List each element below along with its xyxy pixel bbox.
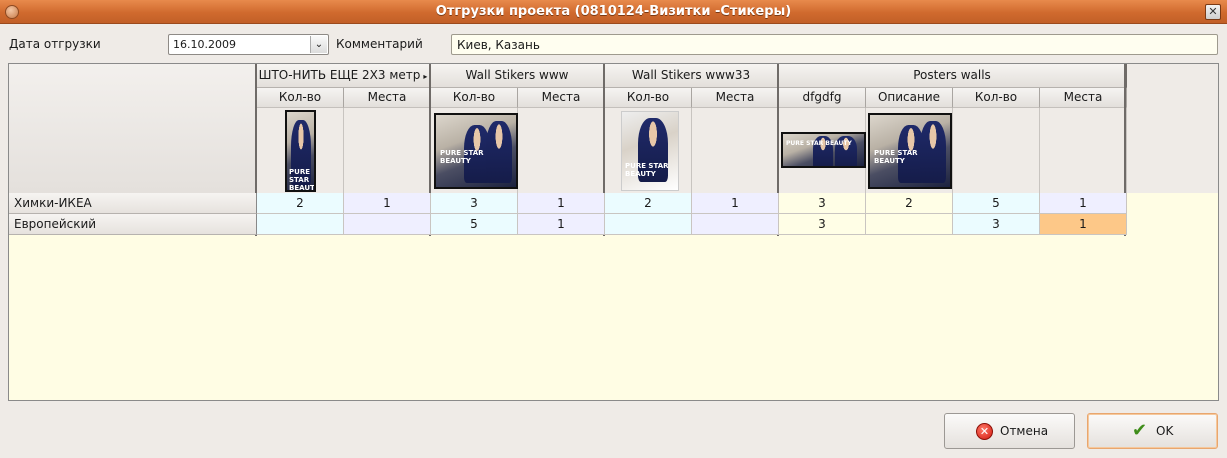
triangle-right-icon: ▸ — [423, 72, 428, 81]
column-header-qty[interactable]: Кол-во — [953, 88, 1040, 108]
window-close-button[interactable]: ✕ — [1205, 4, 1221, 20]
grid-cell[interactable]: 2 — [257, 193, 344, 214]
grid-corner — [9, 64, 257, 193]
image-cell — [344, 108, 431, 193]
grid-cell[interactable] — [605, 214, 692, 235]
ok-button[interactable]: ✔ OK — [1087, 413, 1218, 449]
column-header-places[interactable]: Места — [344, 88, 431, 108]
comment-field[interactable]: Киев, Казань — [451, 34, 1218, 55]
image-cell: PURE STAR BEAUTY — [779, 108, 866, 193]
date-dropdown-button[interactable]: ⌄ — [310, 36, 327, 53]
grid-cell[interactable]: 2 — [866, 193, 953, 214]
column-header-description[interactable]: Описание — [866, 88, 953, 108]
grid-cell[interactable]: 3 — [779, 214, 866, 235]
window-title: Отгрузки проекта (0810124-Визитки -Стике… — [435, 4, 792, 19]
cancel-button-label: Отмена — [1000, 424, 1049, 438]
grid-cell[interactable] — [692, 214, 779, 235]
image-cell: PURE STAR BEAUTY — [431, 108, 518, 193]
grid-cell[interactable]: 2 — [605, 193, 692, 214]
ok-button-label: OK — [1156, 424, 1174, 438]
cancel-icon: ✕ — [976, 423, 993, 440]
grid-cell[interactable]: 5 — [431, 214, 518, 235]
image-cell — [953, 108, 1040, 193]
grid-cell[interactable] — [344, 214, 431, 235]
grid-cell[interactable] — [866, 214, 953, 235]
grid-cell[interactable]: 5 — [953, 193, 1040, 214]
date-field[interactable]: 16.10.2009 ⌄ — [168, 34, 329, 55]
group-header-3[interactable]: Wall Stikers www33 — [605, 64, 779, 88]
date-label: Дата отгрузки — [9, 37, 101, 51]
thumbnail-text: PURE STAR BEAUTY — [786, 140, 852, 147]
poster-thumbnail: PURE STAR BEAUTY — [285, 110, 316, 192]
cancel-button[interactable]: ✕ Отмена — [944, 413, 1075, 449]
comment-label: Комментарий — [336, 37, 423, 51]
grid-cell[interactable]: 3 — [779, 193, 866, 214]
date-value: 16.10.2009 — [173, 38, 236, 51]
image-cell — [518, 108, 605, 193]
grid-cell[interactable]: 1 — [344, 193, 431, 214]
column-header-qty[interactable]: Кол-во — [605, 88, 692, 108]
grid-cell[interactable]: 3 — [431, 193, 518, 214]
column-header-places[interactable]: Места — [1040, 88, 1127, 108]
grid-cell[interactable]: 1 — [1040, 193, 1127, 214]
column-header-places[interactable]: Места — [692, 88, 779, 108]
column-header-places[interactable]: Места — [518, 88, 605, 108]
group-header-2[interactable]: Wall Stikers www — [431, 64, 605, 88]
grid-cell[interactable]: 3 — [953, 214, 1040, 235]
poster-thumbnail: PURE STAR BEAUTY — [434, 113, 518, 189]
group-header-1-label: ШТО-НИТЬ ЕЩЕ 2Х3 метр — [258, 68, 421, 82]
grid-cell[interactable]: 1 — [692, 193, 779, 214]
poster-thumbnail: PURE STAR BEAUTY — [868, 113, 952, 189]
column-header-qty[interactable]: Кол-во — [257, 88, 344, 108]
column-header-dfgdfg[interactable]: dfgdfg — [779, 88, 866, 108]
row-header[interactable]: Европейский — [9, 214, 257, 235]
image-cell: PURE STAR BEAUTY — [866, 108, 953, 193]
title-bar: Отгрузки проекта (0810124-Визитки -Стике… — [0, 0, 1227, 24]
thumbnail-text: PURE STAR BEAUTY — [625, 162, 669, 178]
image-cell: PURE STAR BEAUTY — [257, 108, 344, 193]
thumbnail-text: PURE STAR BEAUTY — [440, 149, 484, 165]
poster-thumbnail: PURE STAR BEAUTY — [621, 111, 679, 191]
thumbnail-text: PURE STAR BEAUTY — [874, 149, 918, 165]
column-header-qty[interactable]: Кол-во — [431, 88, 518, 108]
group-header-4[interactable]: Posters walls — [779, 64, 1127, 88]
chevron-down-icon: ⌄ — [314, 39, 324, 50]
grid-cell[interactable]: 1 — [518, 214, 605, 235]
grid-cell[interactable]: 1 — [518, 193, 605, 214]
image-cell — [692, 108, 779, 193]
row-header[interactable]: Химки-ИКЕА — [9, 193, 257, 214]
image-cell — [1040, 108, 1127, 193]
group-header-1[interactable]: ШТО-НИТЬ ЕЩЕ 2Х3 метр ▸ — [257, 64, 431, 88]
grid-header: ШТО-НИТЬ ЕЩЕ 2Х3 метр ▸ Wall Stikers www … — [9, 64, 1218, 193]
shipments-grid[interactable]: ШТО-НИТЬ ЕЩЕ 2Х3 метр ▸ Wall Stikers www … — [8, 63, 1219, 401]
checkmark-icon: ✔ — [1131, 420, 1148, 441]
poster-thumbnail: PURE STAR BEAUTY — [781, 132, 866, 168]
grid-cell-selected[interactable]: 1 — [1040, 214, 1127, 235]
grid-cell[interactable] — [257, 214, 344, 235]
image-cell: PURE STAR BEAUTY — [605, 108, 692, 193]
thumbnail-text: PURE STAR BEAUTY — [289, 168, 315, 192]
